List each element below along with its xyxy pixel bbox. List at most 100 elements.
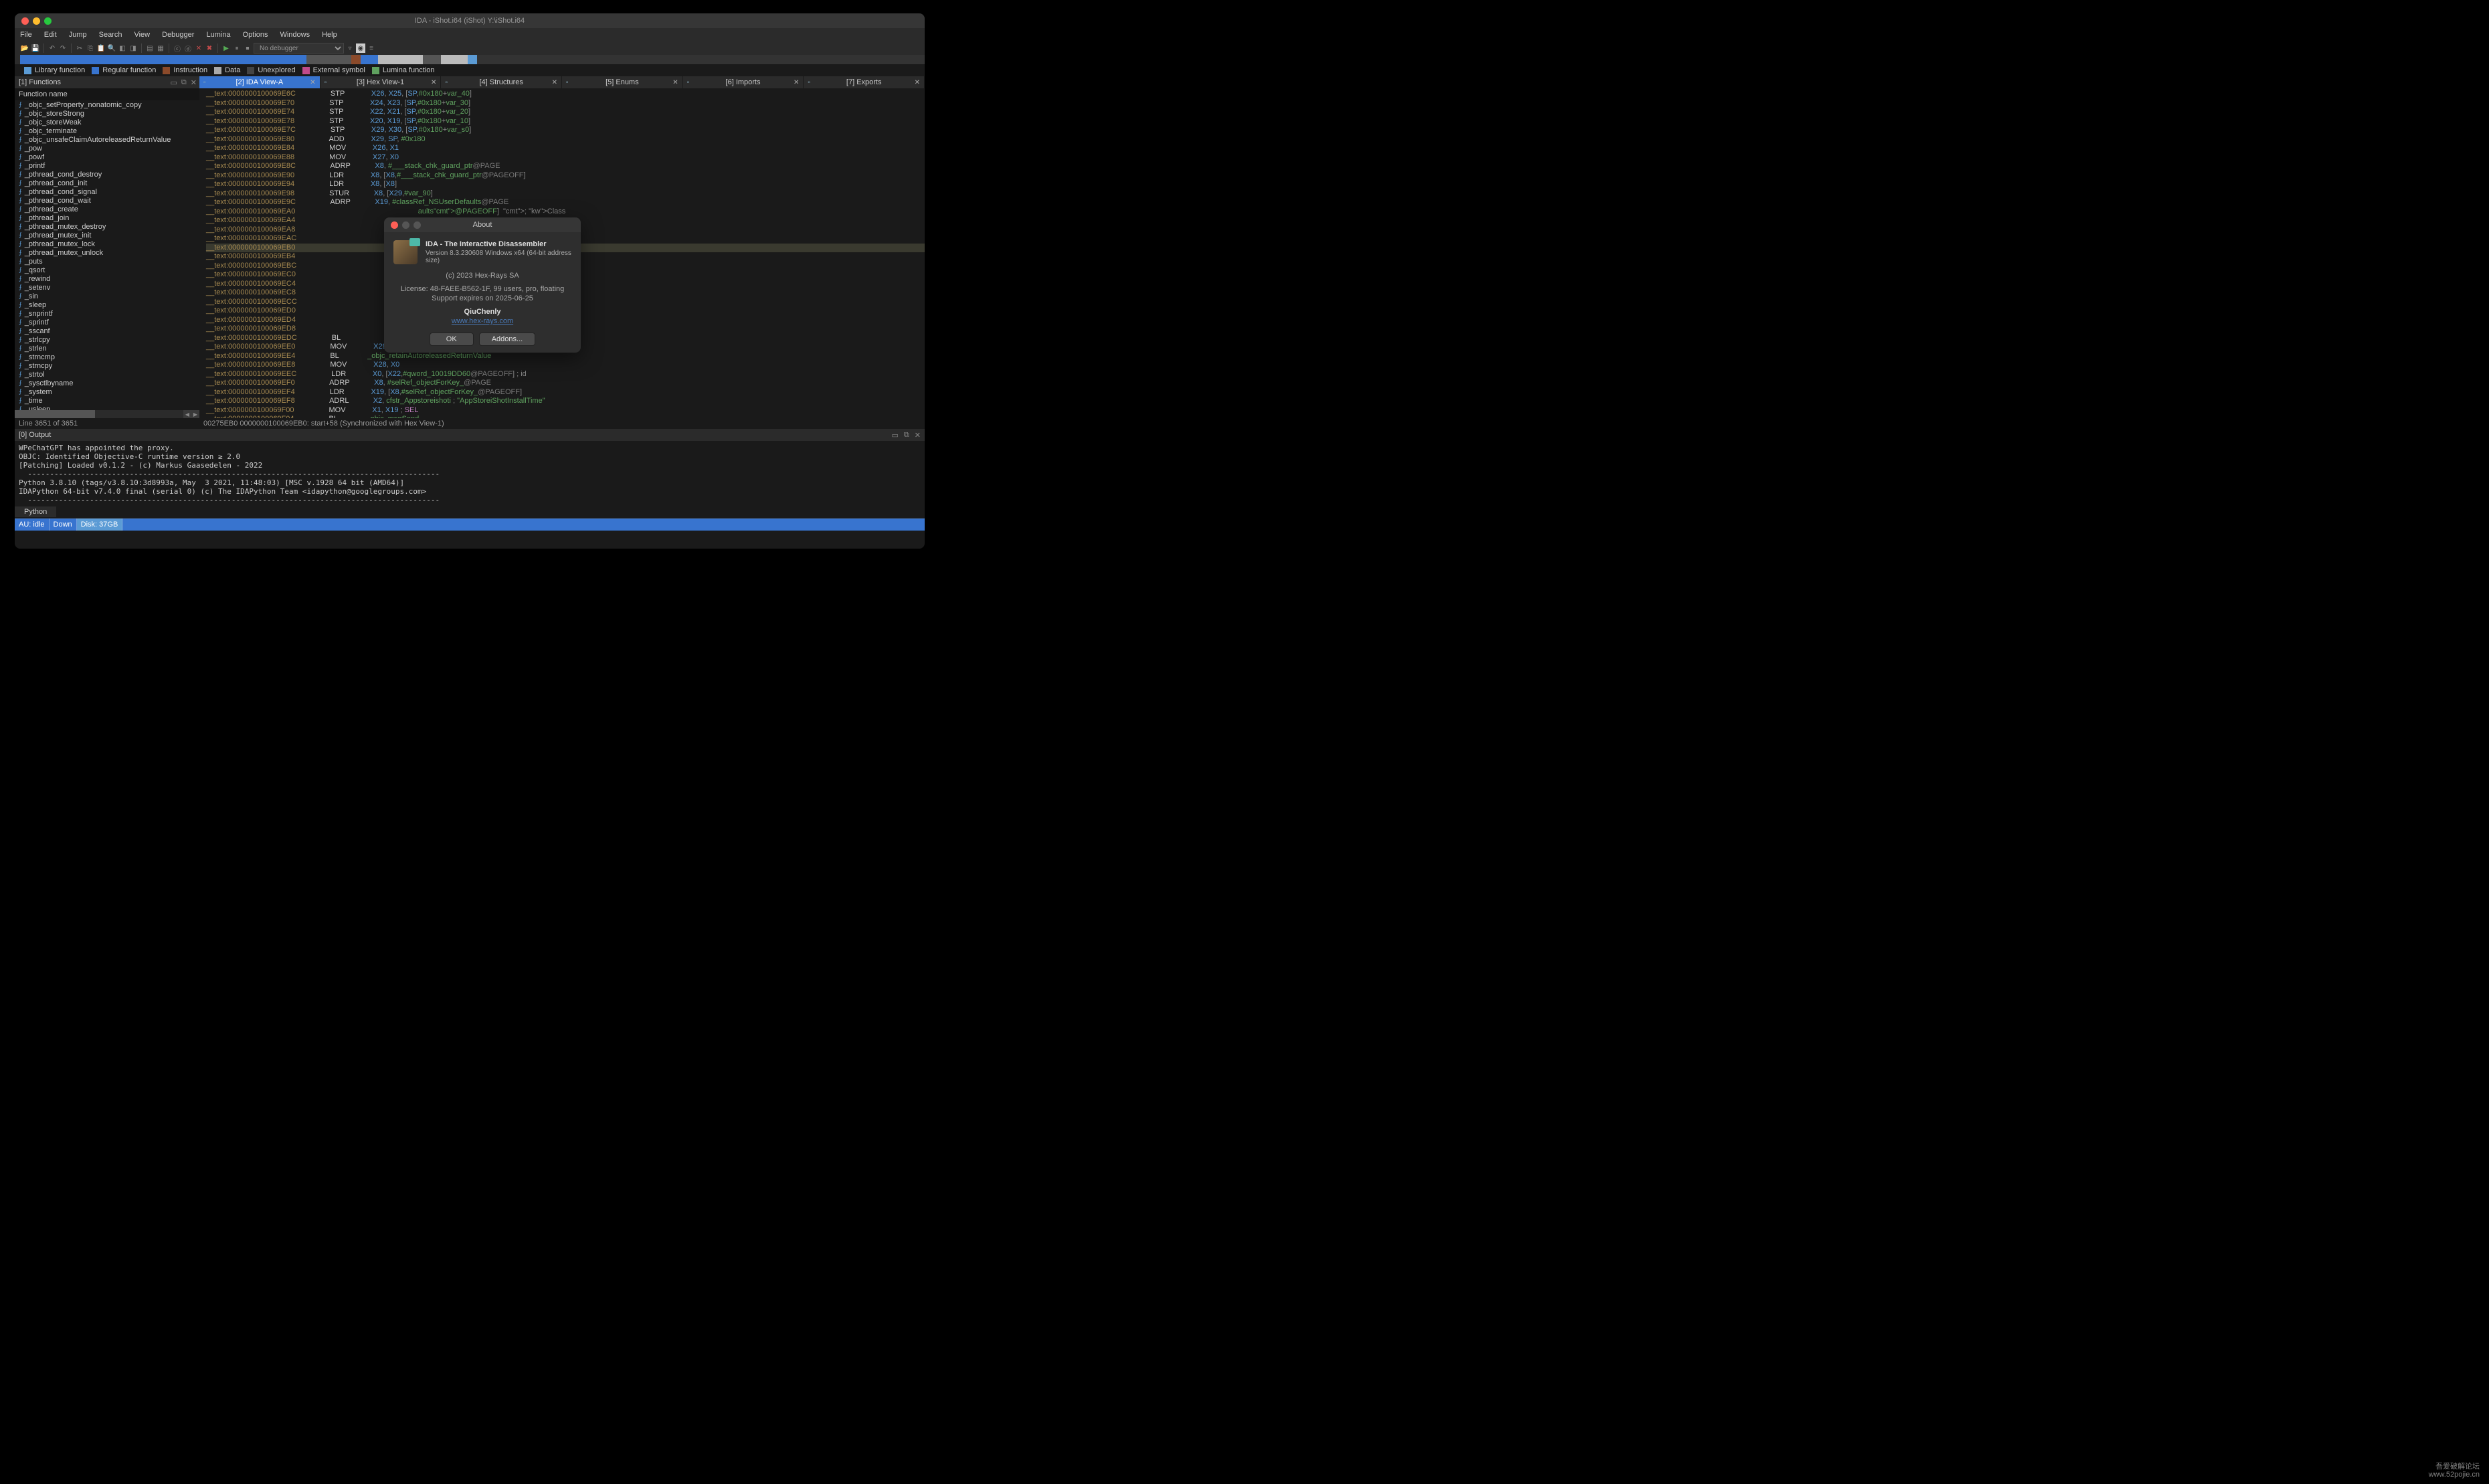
tab[interactable]: ▫[3] Hex View-1✕: [320, 76, 442, 88]
navigation-band[interactable]: [15, 55, 925, 64]
function-name-header[interactable]: Function name: [15, 88, 199, 100]
asm-line[interactable]: __text:0000000100069F00 MOV X1, X19 ; SE…: [206, 406, 925, 415]
tab[interactable]: ▫[2] IDA View-A✕: [199, 76, 320, 88]
function-item[interactable]: ⨍_pthread_join: [15, 213, 199, 222]
copy-icon[interactable]: ⎘: [86, 43, 95, 53]
function-item[interactable]: ⨍_strncpy: [15, 361, 199, 370]
asm-line[interactable]: __text:0000000100069E84 MOV X26, X1: [206, 144, 925, 153]
undo-icon[interactable]: ↶: [48, 43, 57, 53]
function-item[interactable]: ⨍_powf: [15, 153, 199, 161]
menu-options[interactable]: Options: [243, 31, 268, 39]
asm-line[interactable]: __text:0000000100069E94 LDR X8, [X8]: [206, 180, 925, 189]
function-item[interactable]: ⨍_objc_terminate: [15, 126, 199, 135]
function-item[interactable]: ⨍_strlen: [15, 344, 199, 353]
close-window-button[interactable]: [21, 17, 29, 25]
about-close-button[interactable]: [391, 221, 398, 229]
menu-jump[interactable]: Jump: [69, 31, 87, 39]
asm-line[interactable]: __text:0000000100069E80 ADD X29, SP, #0x…: [206, 135, 925, 145]
scroll-right-icon[interactable]: ▶: [191, 410, 199, 418]
asm-line[interactable]: __text:0000000100069EF8 ADRL X2, cfstr_A…: [206, 397, 925, 406]
close-tab-icon[interactable]: ✕: [915, 79, 920, 86]
asm-line[interactable]: __text:0000000100069EA0 aults"cmt">@PAGE…: [206, 207, 925, 217]
data-icon[interactable]: ⓓ: [183, 43, 193, 53]
asm-line[interactable]: __text:0000000100069E78 STP X20, X19, [S…: [206, 117, 925, 126]
function-item[interactable]: ⨍_pow: [15, 144, 199, 153]
close-tab-icon[interactable]: ✕: [431, 79, 436, 86]
redo-icon[interactable]: ↷: [58, 43, 68, 53]
function-item[interactable]: ⨍_sprintf: [15, 318, 199, 327]
cut-icon[interactable]: ✂: [75, 43, 84, 53]
function-item[interactable]: ⨍_pthread_mutex_destroy: [15, 222, 199, 231]
debug-icon[interactable]: ◉: [356, 43, 365, 53]
function-item[interactable]: ⨍_pthread_mutex_unlock: [15, 248, 199, 257]
asm-line[interactable]: __text:0000000100069E88 MOV X27, X0: [206, 153, 925, 163]
maximize-window-button[interactable]: [44, 17, 52, 25]
function-item[interactable]: ⨍_sscanf: [15, 327, 199, 335]
menu-search[interactable]: Search: [99, 31, 122, 39]
run-icon[interactable]: ▶: [221, 43, 231, 53]
cross-icon[interactable]: ✕: [194, 43, 203, 53]
about-min-button[interactable]: [402, 221, 409, 229]
function-item[interactable]: ⨍_pthread_mutex_lock: [15, 240, 199, 248]
function-item[interactable]: ⨍_objc_unsafeClaimAutoreleasedReturnValu…: [15, 135, 199, 144]
function-item[interactable]: ⨍_snprintf: [15, 309, 199, 318]
asm-line[interactable]: __text:0000000100069E74 STP X22, X21, [S…: [206, 108, 925, 117]
asm-line[interactable]: __text:0000000100069E9C ADRP X19, #class…: [206, 198, 925, 207]
minimize-icon[interactable]: ▭: [171, 78, 177, 87]
function-item[interactable]: ⨍_printf: [15, 161, 199, 170]
menu-lumina[interactable]: Lumina: [206, 31, 230, 39]
asm-line[interactable]: __text:0000000100069E70 STP X24, X23, [S…: [206, 99, 925, 108]
code-icon[interactable]: ⓒ: [173, 43, 182, 53]
function-item[interactable]: ⨍_setenv: [15, 283, 199, 292]
asm-line[interactable]: __text:0000000100069EF4 LDR X19, [X8,#se…: [206, 388, 925, 397]
function-item[interactable]: ⨍_objc_storeWeak: [15, 118, 199, 126]
function-item[interactable]: ⨍_sleep: [15, 300, 199, 309]
function-item[interactable]: ⨍_strlcpy: [15, 335, 199, 344]
function-item[interactable]: ⨍_time: [15, 396, 199, 405]
function-item[interactable]: ⨍_pthread_cond_wait: [15, 196, 199, 205]
function-list[interactable]: ⨍_objc_setProperty_nonatomic_copy⨍_objc_…: [15, 100, 199, 410]
asm-line[interactable]: __text:0000000100069E90 LDR X8, [X8,#___…: [206, 171, 925, 181]
pause-icon[interactable]: ⏸: [232, 43, 242, 53]
function-item[interactable]: ⨍_system: [15, 387, 199, 396]
function-item[interactable]: ⨍_strncmp: [15, 353, 199, 361]
tab[interactable]: ▫[7] Exports✕: [804, 76, 925, 88]
paste-icon[interactable]: 📋: [96, 43, 106, 53]
menu-help[interactable]: Help: [322, 31, 337, 39]
debug-icon[interactable]: ▿: [345, 43, 355, 53]
restore-icon[interactable]: ⧉: [181, 78, 187, 87]
save-icon[interactable]: 💾: [31, 43, 40, 53]
menu-edit[interactable]: Edit: [44, 31, 57, 39]
asm-line[interactable]: __text:0000000100069EE4 BL _objc_retainA…: [206, 352, 925, 361]
about-link[interactable]: www.hex-rays.com: [452, 317, 513, 325]
function-item[interactable]: ⨍_usleep: [15, 405, 199, 410]
asm-line[interactable]: __text:0000000100069EEC LDR X0, [X22,#qw…: [206, 370, 925, 379]
function-item[interactable]: ⨍_pthread_create: [15, 205, 199, 213]
tab[interactable]: ▫[6] Imports✕: [683, 76, 804, 88]
function-item[interactable]: ⨍_objc_storeStrong: [15, 109, 199, 118]
asm-line[interactable]: __text:0000000100069E6C STP X26, X25, [S…: [206, 90, 925, 99]
menu-file[interactable]: File: [20, 31, 32, 39]
function-item[interactable]: ⨍_pthread_cond_signal: [15, 187, 199, 196]
function-item[interactable]: ⨍_pthread_cond_init: [15, 179, 199, 187]
asm-line[interactable]: __text:0000000100069E98 STUR X8, [X29,#v…: [206, 189, 925, 199]
function-item[interactable]: ⨍_strtol: [15, 370, 199, 379]
close-tab-icon[interactable]: ✕: [672, 79, 678, 86]
asm-line[interactable]: __text:0000000100069EF0 ADRP X8, #selRef…: [206, 379, 925, 388]
cross-icon[interactable]: ✖: [205, 43, 214, 53]
menu-debugger[interactable]: Debugger: [162, 31, 194, 39]
debug-icon[interactable]: ≡: [367, 43, 376, 53]
tool-icon[interactable]: ◨: [128, 43, 138, 53]
addons-button[interactable]: Addons...: [479, 333, 535, 346]
stop-icon[interactable]: ⏹: [243, 43, 252, 53]
function-item[interactable]: ⨍_rewind: [15, 274, 199, 283]
ok-button[interactable]: OK: [430, 333, 474, 346]
menu-view[interactable]: View: [134, 31, 150, 39]
tab[interactable]: ▫[5] Enums✕: [562, 76, 683, 88]
function-item[interactable]: ⨍_objc_setProperty_nonatomic_copy: [15, 100, 199, 109]
python-tab[interactable]: Python: [15, 506, 56, 517]
function-item[interactable]: ⨍_sysctlbyname: [15, 379, 199, 387]
open-icon[interactable]: 📂: [20, 43, 29, 53]
function-item[interactable]: ⨍_sin: [15, 292, 199, 300]
output-console[interactable]: WPeChatGPT has appointed the proxy. OBJC…: [15, 441, 925, 506]
